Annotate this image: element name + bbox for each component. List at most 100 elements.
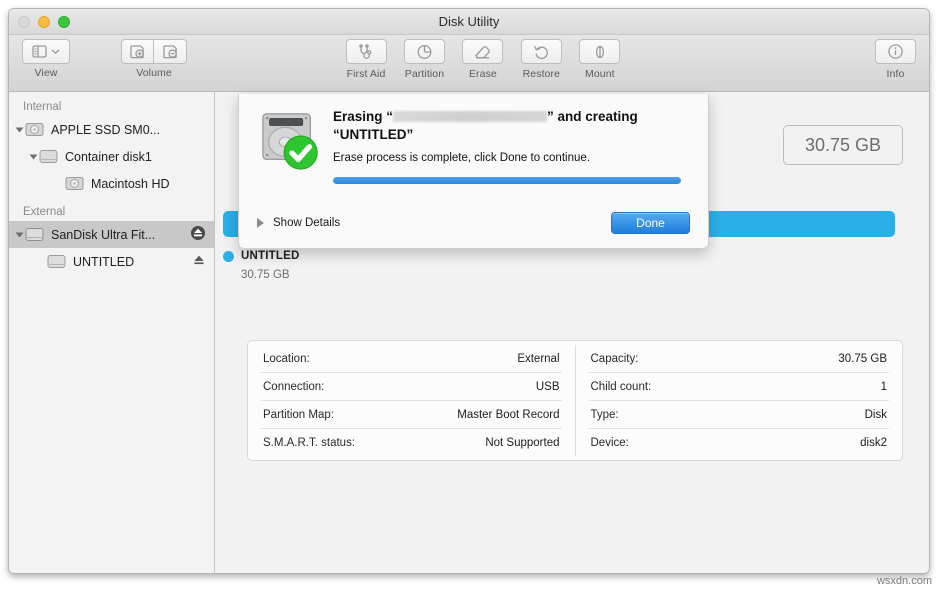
sidebar-item-macintosh-hd[interactable]: Macintosh HD xyxy=(9,170,214,197)
partition-tool[interactable]: Partition xyxy=(397,39,451,80)
info-label: Info xyxy=(875,68,916,80)
legend-volume-size: 30.75 GB xyxy=(241,269,895,281)
disclosure-triangle-icon[interactable] xyxy=(257,218,264,228)
info-value: Not Supported xyxy=(485,437,559,449)
erase-progress-dialog: Erasing “” and creating “UNTITLED” Erase… xyxy=(238,94,709,249)
info-label: Connection: xyxy=(263,381,324,393)
info-column-left: Location: External Connection: USB Parti… xyxy=(248,345,576,456)
info-value: 1 xyxy=(881,381,887,393)
info-row: Device: disk2 xyxy=(589,429,890,456)
sidebar-item-label: Macintosh HD xyxy=(91,177,170,191)
info-label: Device: xyxy=(591,437,629,449)
volume-icon xyxy=(39,149,58,164)
volume-label: Volume xyxy=(121,67,187,79)
first-aid-label: First Aid xyxy=(339,68,393,80)
volume-icon xyxy=(25,227,44,242)
add-volume-button[interactable] xyxy=(121,39,154,64)
sidebar-section-internal-header: Internal xyxy=(9,98,214,116)
info-row: Partition Map: Master Boot Record xyxy=(261,401,562,429)
devices-sidebar: Internal APPLE SSD SM0... xyxy=(9,92,215,573)
info-label: Location: xyxy=(263,353,310,365)
info-button[interactable] xyxy=(875,39,916,64)
info-label: Child count: xyxy=(591,381,652,393)
window-title: Disk Utility xyxy=(9,14,929,29)
disclosure-triangle-icon[interactable] xyxy=(30,154,38,159)
erase-tool[interactable]: Erase xyxy=(456,39,510,80)
info-toolbar-group: Info xyxy=(875,39,916,80)
dialog-footer: Show Details Done xyxy=(257,212,690,234)
volume-toolbar-group: Volume xyxy=(121,39,187,79)
main-toolbar: View xyxy=(9,35,929,92)
erase-progress-fill xyxy=(333,177,681,184)
view-toolbar-group: View xyxy=(22,39,70,79)
first-aid-tool[interactable]: First Aid xyxy=(339,39,393,80)
remove-volume-button[interactable] xyxy=(154,39,187,64)
info-label: S.M.A.R.T. status: xyxy=(263,437,355,449)
sidebar-item-label: SanDisk Ultra Fit... xyxy=(51,228,155,242)
info-value: Master Boot Record xyxy=(457,409,559,421)
legend-color-dot xyxy=(223,251,234,262)
hard-disk-with-check-icon xyxy=(259,108,321,170)
eraser-icon xyxy=(474,44,492,60)
mount-tool[interactable]: Mount xyxy=(573,39,627,80)
window-titlebar: Disk Utility xyxy=(9,9,929,35)
mount-label: Mount xyxy=(573,68,627,80)
sidebar-section-external-header: External xyxy=(9,203,214,221)
info-label: Partition Map: xyxy=(263,409,334,421)
sidebar-item-sandisk-ultra-fit[interactable]: SanDisk Ultra Fit... xyxy=(9,221,214,248)
screenshot-root: Disk Utility View xyxy=(0,0,938,589)
legend-volume-name: UNTITLED xyxy=(241,250,299,262)
info-label: Type: xyxy=(591,409,619,421)
info-value: disk2 xyxy=(860,437,887,449)
disk-utility-window: Disk Utility View xyxy=(8,8,930,574)
sidebar-icon xyxy=(32,45,47,58)
info-row: Capacity: 30.75 GB xyxy=(589,345,890,373)
info-row: S.M.A.R.T. status: Not Supported xyxy=(261,429,562,456)
sidebar-item-label: Container disk1 xyxy=(65,150,152,164)
capacity-badge: 30.75 GB xyxy=(783,125,903,165)
info-value: Disk xyxy=(865,409,887,421)
dialog-message: Erase process is complete, click Done to… xyxy=(333,152,690,164)
dialog-title-second-line: “UNTITLED” xyxy=(333,127,413,142)
info-circle-icon xyxy=(887,43,904,60)
restore-tool[interactable]: Restore xyxy=(514,39,568,80)
disclosure-triangle-icon[interactable] xyxy=(16,232,24,237)
dialog-text-block: Erasing “” and creating “UNTITLED” Erase… xyxy=(333,108,690,164)
sidebar-item-untitled[interactable]: UNTITLED xyxy=(9,248,214,275)
info-column-right: Capacity: 30.75 GB Child count: 1 Type: … xyxy=(576,345,903,456)
partition-label: Partition xyxy=(397,68,451,80)
stethoscope-icon xyxy=(357,44,375,60)
sidebar-item-label: UNTITLED xyxy=(73,255,134,269)
eject-icon xyxy=(192,253,206,267)
undo-arrow-icon xyxy=(533,44,550,60)
view-label: View xyxy=(22,67,70,79)
view-button[interactable] xyxy=(22,39,70,64)
info-row: Type: Disk xyxy=(589,401,890,429)
sidebar-item-container-disk1[interactable]: Container disk1 xyxy=(9,143,214,170)
hard-disk-icon xyxy=(25,122,44,137)
remove-volume-icon xyxy=(162,44,179,59)
erase-progress-bar xyxy=(333,177,681,184)
hard-disk-icon xyxy=(65,176,84,191)
eject-button[interactable] xyxy=(192,253,206,270)
disclosure-triangle-icon[interactable] xyxy=(16,127,24,132)
tools-toolbar-group: First Aid Partition xyxy=(339,39,627,80)
sidebar-item-apple-ssd[interactable]: APPLE SSD SM0... xyxy=(9,116,214,143)
add-volume-icon xyxy=(129,44,146,59)
info-row: Child count: 1 xyxy=(589,373,890,401)
pie-chart-icon xyxy=(416,44,433,60)
eject-icon xyxy=(190,225,206,241)
done-button[interactable]: Done xyxy=(611,212,690,234)
dialog-title: Erasing “” and creating “UNTITLED” xyxy=(333,108,690,144)
mount-disk-icon xyxy=(593,44,607,60)
eject-button[interactable] xyxy=(190,225,206,244)
show-details-toggle[interactable]: Show Details xyxy=(273,217,340,229)
sidebar-item-label: APPLE SSD SM0... xyxy=(51,123,160,137)
info-label: Capacity: xyxy=(591,353,639,365)
volume-icon xyxy=(47,254,66,269)
info-value: External xyxy=(517,353,559,365)
info-value: USB xyxy=(536,381,560,393)
dialog-title-middle: ” and creating xyxy=(547,109,638,124)
redacted-volume-name xyxy=(393,111,547,122)
info-row: Location: External xyxy=(261,345,562,373)
